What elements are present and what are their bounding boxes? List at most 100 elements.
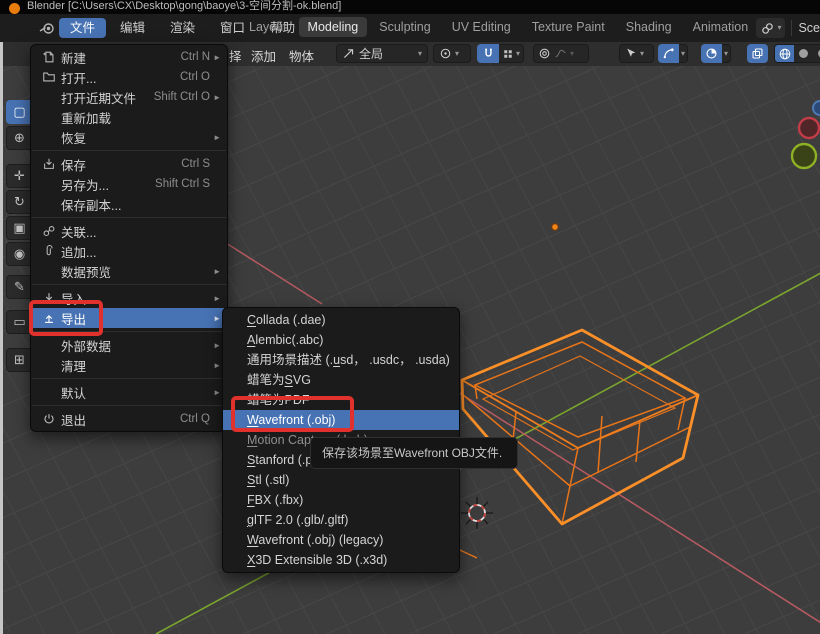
workspace-tab-shading[interactable]: Shading — [617, 17, 681, 37]
proportional-edit-group[interactable]: ▾ — [533, 44, 589, 63]
show-gizmo-toggle[interactable] — [658, 44, 679, 63]
shortcut-label: Ctrl S — [181, 158, 210, 170]
file-menu-item[interactable]: 外部数据► — [31, 335, 227, 355]
shortcut-label: Ctrl N — [181, 51, 210, 63]
file-menu-item[interactable]: 默认► — [31, 382, 227, 402]
new-icon — [39, 50, 59, 64]
submenu-arrow-icon: ► — [213, 93, 221, 102]
menu-item-label: 保存 — [61, 155, 181, 174]
file-menu-item[interactable]: 打开...Ctrl O — [31, 67, 227, 87]
topbar: 文件编辑渲染窗口帮助 LayoutModelingSculptingUV Edi… — [0, 14, 820, 42]
show-overlays-toggle[interactable] — [701, 44, 722, 63]
chevron-down-icon: ▾ — [681, 50, 685, 58]
falloff-curve-icon — [554, 47, 567, 60]
overlay-options-dropdown[interactable]: ▾ — [722, 44, 731, 63]
shading-wireframe-button[interactable] — [775, 44, 794, 63]
file-menu-item[interactable]: 清理► — [31, 355, 227, 375]
file-menu-item[interactable]: 新建Ctrl N► — [31, 47, 227, 67]
file-menu-item[interactable]: 退出Ctrl Q — [31, 409, 227, 429]
export-menu-item[interactable]: X3D Extensible 3D (.x3d) — [223, 550, 459, 570]
menu-item-label: 关联... — [61, 222, 210, 241]
pivot-point-dropdown[interactable]: ▾ — [433, 44, 471, 63]
toggle-xray-button[interactable] — [747, 44, 768, 63]
add-menu[interactable]: 添加 — [251, 46, 276, 65]
shading-material-button[interactable] — [813, 44, 820, 63]
menu-item-label: 恢复 — [61, 128, 210, 147]
workspace-tab-texture-paint[interactable]: Texture Paint — [523, 17, 614, 37]
export-menu-item[interactable]: 通用场景描述 (.usd， .usdc， .usda) — [223, 350, 459, 370]
title-bar: Blender [C:\Users\CX\Desktop\gong\baoye\… — [0, 0, 820, 14]
export-menu-item[interactable]: Wavefront (.obj) — [223, 410, 459, 430]
shortcut-label: Shift Ctrl O — [154, 91, 210, 103]
chevron-down-icon: ▾ — [516, 50, 520, 58]
export-menu-item[interactable]: 蜡笔为PDF — [223, 390, 459, 410]
snap-toggle-button[interactable] — [477, 44, 499, 63]
file-menu-item[interactable]: 数据预览► — [31, 261, 227, 281]
export-menu-item[interactable]: glTF 2.0 (.glb/.gltf) — [223, 510, 459, 530]
workspace-tab-animation[interactable]: Animation — [684, 17, 758, 37]
file-menu-item[interactable]: 关联... — [31, 221, 227, 241]
add-cube-tool[interactable]: ⊞ — [6, 348, 33, 372]
chevron-down-icon: ▾ — [777, 24, 781, 32]
submenu-arrow-icon: ► — [213, 267, 221, 276]
cursor-tool[interactable]: ⊕ — [6, 126, 33, 150]
menu-item-label: 打开近期文件 — [61, 88, 154, 107]
object-menu[interactable]: 物体 — [289, 46, 314, 65]
submenu-arrow-icon: ► — [213, 361, 221, 370]
orientation-icon — [342, 47, 355, 60]
export-menu-item[interactable]: Stl (.stl) — [223, 470, 459, 490]
export-menu-item[interactable]: Alembic(.abc) — [223, 330, 459, 350]
menubar-item-编辑[interactable]: 编辑 — [109, 18, 156, 38]
shading-solid-button[interactable] — [794, 44, 813, 63]
tooltip: 保存该场景至Wavefront OBJ文件. — [310, 437, 518, 469]
menu-item-label: 新建 — [61, 48, 181, 67]
menu-separator — [32, 378, 226, 379]
submenu-arrow-icon: ► — [213, 341, 221, 350]
submenu-arrow-icon: ► — [213, 133, 221, 142]
window-title: Blender [C:\Users\CX\Desktop\gong\baoye\… — [27, 0, 341, 13]
workspace-tab-layout[interactable]: Layout — [240, 17, 296, 37]
move-tool[interactable]: ✛ — [6, 164, 33, 188]
annotate-tool[interactable]: ✎ — [6, 275, 33, 299]
chevron-down-icon: ▾ — [455, 50, 459, 58]
select-menu[interactable]: 择 — [229, 46, 242, 65]
export-menu-item[interactable]: Wavefront (.obj) (legacy) — [223, 530, 459, 550]
file-menu-item[interactable]: 重新加载 — [31, 107, 227, 127]
menu-separator — [32, 331, 226, 332]
file-menu-item[interactable]: 导入► — [31, 288, 227, 308]
menu-item-label: 重新加载 — [61, 108, 210, 127]
export-menu-item[interactable]: 蜡笔为SVG — [223, 370, 459, 390]
file-menu-item[interactable]: 另存为...Shift Ctrl S — [31, 174, 227, 194]
scene-selector-button[interactable]: ▾ — [756, 18, 785, 38]
transform-orientation-dropdown[interactable]: 全局 ▾ — [336, 44, 428, 63]
transform-tool[interactable]: ◉ — [6, 242, 33, 266]
file-menu-item[interactable]: 打开近期文件Shift Ctrl O► — [31, 87, 227, 107]
export-menu-item[interactable]: FBX (.fbx) — [223, 490, 459, 510]
snap-options-dropdown[interactable]: ▾ — [499, 44, 524, 63]
measure-tool[interactable]: ▭ — [6, 310, 33, 334]
box-select-tool[interactable]: ▢ — [6, 100, 33, 124]
file-menu-item[interactable]: 追加... — [31, 241, 227, 261]
workspace-tab-sculpting[interactable]: Sculpting — [370, 17, 439, 37]
object-visibility-dropdown[interactable]: ▾ — [619, 44, 654, 63]
file-menu-item[interactable]: 导出► — [31, 308, 227, 328]
file-menu-item[interactable]: 保存Ctrl S — [31, 154, 227, 174]
menubar-item-渲染[interactable]: 渲染 — [159, 18, 206, 38]
menu-separator — [32, 150, 226, 151]
file-menu-item[interactable]: 保存副本... — [31, 194, 227, 214]
workspace-tab-uv-editing[interactable]: UV Editing — [443, 17, 520, 37]
chevron-down-icon: ▾ — [418, 50, 422, 58]
file-menu-item[interactable]: 恢复► — [31, 127, 227, 147]
workspace-tab-modeling[interactable]: Modeling — [299, 17, 368, 37]
rotate-tool[interactable]: ↻ — [6, 190, 33, 214]
workspace-tabs: LayoutModelingSculptingUV EditingTexture… — [240, 17, 761, 37]
menubar-item-文件[interactable]: 文件 — [59, 18, 106, 38]
gizmo-options-dropdown[interactable]: ▾ — [679, 44, 688, 63]
link-icon — [39, 224, 59, 238]
blender-menu-icon[interactable] — [38, 19, 56, 37]
scene-cluster: ▾ Sce — [751, 14, 820, 42]
export-menu-item[interactable]: Collada (.dae) — [223, 310, 459, 330]
scale-tool[interactable]: ▣ — [6, 216, 33, 240]
folder-icon — [39, 70, 59, 84]
scene-name-label[interactable]: Sce — [798, 21, 820, 35]
